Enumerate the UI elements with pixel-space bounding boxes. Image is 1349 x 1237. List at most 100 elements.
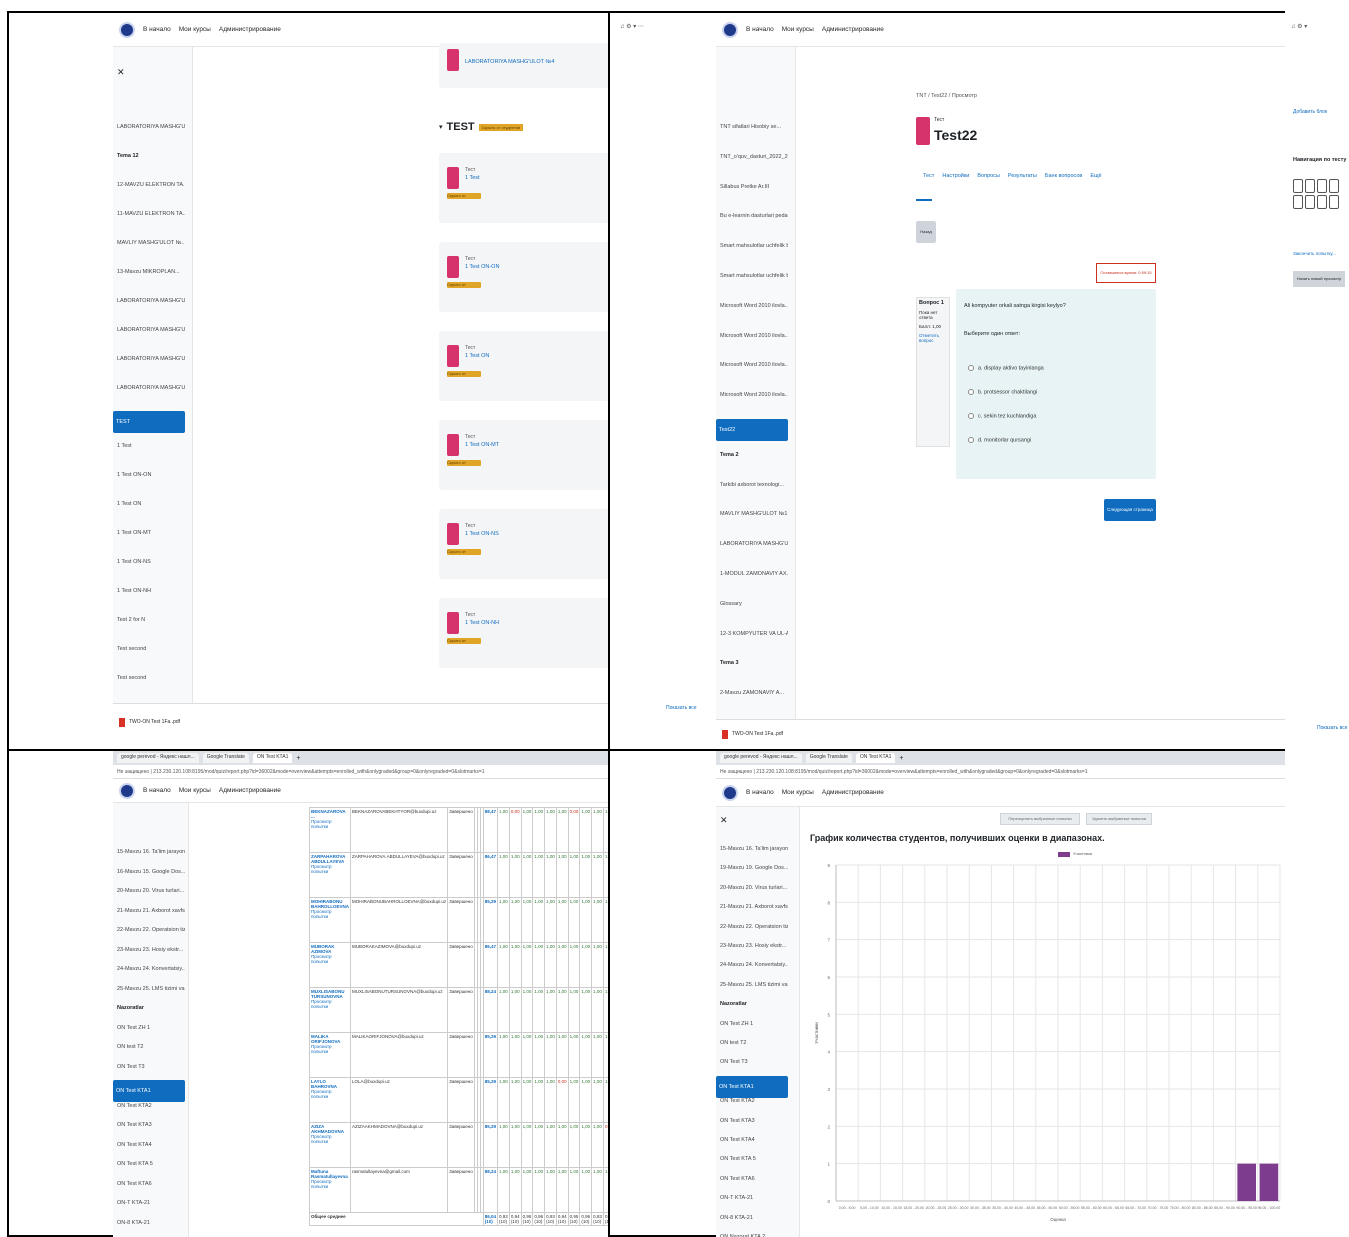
browser-tab[interactable]: ON Test KTA1 (252, 753, 293, 763)
student-name-cell[interactable]: ZARPAHAROVA ABDULLAYEVA Просмотр попытки (309, 852, 351, 898)
question-mark-cell[interactable]: 1,00 (497, 852, 510, 898)
sidebar-item[interactable]: 11-MAVZU ELEKTRON TA... (117, 208, 185, 220)
question-mark-cell[interactable]: 1,00 (544, 807, 557, 853)
sidebar-item[interactable]: Smart mahsulotlar uchfelik b... (720, 270, 788, 282)
question-mark-cell[interactable]: 1,00 (544, 1122, 557, 1168)
student-name-cell[interactable]: LAYLO BAHROVNA Просмотр попытки (309, 1077, 351, 1123)
delete-attempts-button[interactable]: Удалить выбранные попытки (1086, 813, 1152, 825)
moodle-logo-icon[interactable] (722, 21, 738, 38)
question-mark-cell[interactable]: 1,00 (497, 807, 510, 853)
sidebar-item[interactable]: LABORATORIYA MASHG'U... (117, 295, 185, 307)
browser-tab[interactable]: Google Translate (202, 753, 249, 763)
question-mark-cell[interactable]: 1,00 (520, 1167, 534, 1213)
radio-button[interactable] (968, 413, 974, 419)
question-mark-cell[interactable]: 1,00 (602, 942, 608, 988)
question-mark-cell[interactable]: 1,00 (520, 942, 534, 988)
question-mark-cell[interactable]: 1,00 (579, 1122, 593, 1168)
student-name-cell[interactable]: BEKNAZAROVA ... Просмотр попытки (309, 807, 351, 853)
question-mark-cell[interactable]: 1,00 (532, 1167, 546, 1213)
activity-name[interactable]: 1 Test ON-ON (465, 264, 499, 270)
question-mark-cell[interactable]: 1,00 (508, 942, 522, 988)
footer-show-all[interactable]: Показать все (1317, 725, 1348, 731)
question-mark-cell[interactable]: 1,00 (555, 897, 569, 943)
question-mark-cell[interactable]: 1,00 (579, 1032, 593, 1078)
review-attempt-link[interactable]: Просмотр попытки (311, 1179, 349, 1189)
sidebar-item[interactable]: 1 Test (117, 440, 185, 452)
sidebar-item[interactable]: 21-Mavzu 21. Axborot xavfs... (117, 905, 185, 917)
sidebar-item[interactable]: 12-MAVZU ELEKTRON TA... (117, 179, 185, 191)
nav-my-courses[interactable]: Мои курсы (782, 789, 814, 796)
question-mark-cell[interactable]: 1,00 (602, 1032, 608, 1078)
sidebar-item[interactable]: Smart mahsulotlar uchfelik b... (720, 240, 788, 252)
question-mark-cell[interactable]: 1,00 (520, 807, 534, 853)
question-mark-cell[interactable]: 1,00 (508, 1167, 522, 1213)
sidebar-item[interactable]: ON Test KTA2 (117, 1100, 185, 1112)
question-mark-cell[interactable]: 1,00 (497, 942, 510, 988)
sidebar-item[interactable]: LABORATORIYA MASHG'ULO... (117, 121, 185, 133)
review-attempt-link[interactable]: Просмотр попытки (311, 909, 349, 919)
activity-name[interactable]: 1 Test ON-MT (465, 442, 499, 448)
review-attempt-link[interactable]: Просмотр попытки (311, 1044, 349, 1054)
question-mark-cell[interactable]: 1,00 (555, 1167, 569, 1213)
address-bar[interactable]: Не защищено | 213.230.120.108:8195/mod/q… (716, 765, 1285, 779)
nav-home[interactable]: В начало (143, 787, 171, 794)
question-mark-cell[interactable]: 1,00 (497, 897, 510, 943)
sidebar-item[interactable]: 23-Mavzu 23. Hosiy ekstr... (720, 940, 788, 952)
question-mark-cell[interactable]: 1,00 (520, 1122, 534, 1168)
grade-cell[interactable]: 88,24 (482, 987, 499, 1033)
question-mark-cell[interactable]: 1,00 (520, 852, 534, 898)
sidebar-item[interactable]: Bu e-learnin dasturlari pedagogika... (720, 210, 788, 222)
question-mark-cell[interactable]: 1,00 (555, 1122, 569, 1168)
sidebar-item[interactable]: LABORATORIYA MASHG'U... (117, 353, 185, 365)
grade-cell[interactable]: 88,24 (482, 1167, 499, 1213)
moodle-logo-icon[interactable] (119, 21, 135, 38)
review-attempt-link[interactable]: Просмотр попытки (311, 1089, 349, 1099)
question-mark-cell[interactable]: 1,00 (567, 942, 581, 988)
answer-option[interactable]: a. display aktivo tayinlanga (968, 365, 1044, 371)
sidebar-item[interactable]: 20-Mavzu 20. Virus turlari... (117, 885, 185, 897)
sidebar-item[interactable]: ON test T2 (720, 1037, 788, 1049)
review-attempt-link[interactable]: Просмотр попытки (311, 864, 349, 874)
question-mark-cell[interactable]: 1,00 (532, 852, 546, 898)
question-mark-cell[interactable]: 1,00 (591, 807, 604, 853)
sidebar-item[interactable]: Nazoratlar (117, 1002, 185, 1014)
sidebar-item[interactable]: ON-T KTA-21 (117, 1197, 185, 1209)
sidebar-item[interactable]: Microsoft Word 2010 ilovla... (720, 300, 788, 312)
question-mark-cell[interactable]: 1,00 (497, 1122, 510, 1168)
sidebar-item[interactable]: Microsoft Word 2010 ilovla... (720, 330, 788, 342)
question-mark-cell[interactable]: 1,00 (602, 1077, 608, 1123)
question-mark-cell[interactable]: 1,00 (591, 1167, 604, 1213)
activity-name[interactable]: 1 Test ON-NS (465, 531, 499, 537)
student-name[interactable]: MALIKA ORIFJONOVA (311, 1034, 349, 1044)
question-mark-cell[interactable]: 1,00 (579, 807, 593, 853)
sidebar-item[interactable]: ON Test KTA6 (720, 1173, 788, 1185)
question-mark-cell[interactable]: 1,00 (555, 1032, 569, 1078)
sidebar-item[interactable]: TNT_o'quv_dasturi_2022_20... (720, 151, 788, 163)
question-mark-cell[interactable]: 1,00 (579, 1167, 593, 1213)
activity-name[interactable]: 1 Test ON (465, 353, 489, 359)
sidebar-item[interactable]: Glossary (720, 598, 788, 610)
quiz-tab[interactable]: Тест (923, 173, 934, 179)
question-mark-cell[interactable]: 1,00 (508, 987, 522, 1033)
browser-tab[interactable]: google perevod - Яндекс нашл... (720, 753, 802, 763)
question-mark-cell[interactable]: 1,00 (532, 1122, 546, 1168)
question-mark-cell[interactable]: 1,00 (602, 987, 608, 1033)
sidebar-item[interactable]: TEST (113, 411, 185, 433)
sidebar-item[interactable]: ON Test KTA2 (720, 1095, 788, 1107)
grade-cell[interactable]: 85,29 (482, 897, 499, 943)
answer-option[interactable]: d. monitorlar qursangi (968, 437, 1031, 443)
nav-admin[interactable]: Администрирование (219, 26, 281, 33)
sidebar-item[interactable]: 15-Mavzu 16. Ta'lim jarayon... (117, 846, 185, 858)
question-mark-cell[interactable]: 1,00 (532, 897, 546, 943)
next-page-button[interactable]: Следующая страница (1104, 499, 1156, 521)
sidebar-item[interactable]: TNT sifatlari Hisobiy se... (720, 121, 788, 133)
question-mark-cell[interactable]: 1,00 (591, 942, 604, 988)
sidebar-item[interactable]: Sillabus Pretke Ar.III (720, 181, 788, 193)
question-mark-cell[interactable]: 1,00 (520, 1077, 534, 1123)
question-mark-cell[interactable]: 1,00 (555, 852, 569, 898)
moodle-logo-icon[interactable] (722, 784, 738, 801)
nav-home[interactable]: В начало (746, 26, 774, 33)
review-attempt-link[interactable]: Просмотр попытки (311, 1134, 349, 1144)
radio-button[interactable] (968, 437, 974, 443)
question-mark-cell[interactable]: 1,00 (508, 1077, 522, 1123)
